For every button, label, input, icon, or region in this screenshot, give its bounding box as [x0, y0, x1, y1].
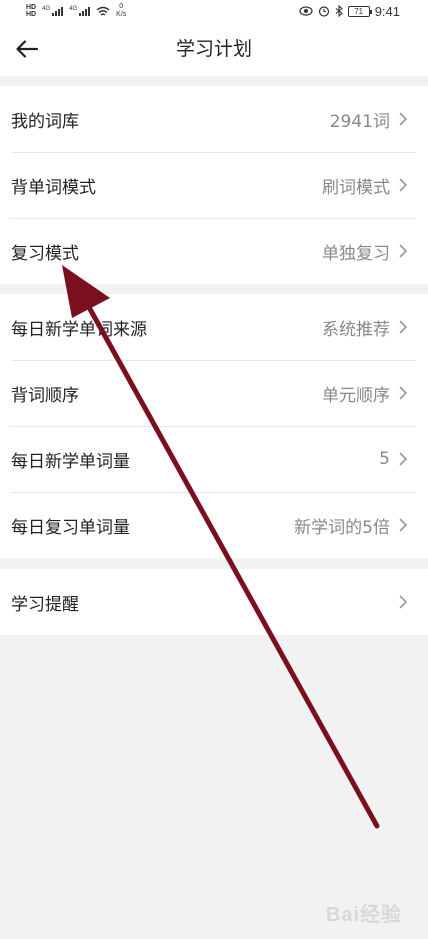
chevron-right-icon: [399, 178, 408, 192]
eye-icon: [299, 6, 313, 16]
status-right: 71 9:41: [299, 0, 400, 22]
row-review-mode[interactable]: 复习模式 单独复习: [0, 218, 428, 284]
row-daily-new-count[interactable]: 每日新学单词量 5: [0, 426, 428, 492]
settings-group-reminder: 学习提醒: [0, 569, 428, 635]
row-word-order[interactable]: 背词顺序 单元顺序: [0, 360, 428, 426]
row-label: 学习提醒: [11, 594, 79, 615]
battery-icon: 71: [347, 5, 372, 17]
chevron-right-icon: [399, 452, 408, 466]
alarm-icon: [318, 6, 329, 17]
network-speed: 0 K/s: [116, 3, 126, 19]
row-value: 5: [379, 449, 390, 469]
signal-icon: 4G: [42, 6, 64, 16]
watermark-logo: Bai经验: [325, 904, 402, 926]
signal2-label: 4G: [69, 6, 78, 12]
chevron-right-icon: [399, 386, 408, 400]
network-top-label: HD: [26, 4, 37, 11]
app-header: 学习计划: [0, 22, 428, 76]
row-label: 每日新学单词来源: [11, 319, 147, 340]
speed-value: 0: [119, 3, 124, 10]
chevron-right-icon: [399, 518, 408, 532]
row-label: 背单词模式: [11, 177, 96, 198]
row-word-bank[interactable]: 我的词库 2941词: [0, 86, 428, 152]
status-left: HD HD 4G 4G 0 K/s: [26, 0, 126, 22]
row-new-word-source[interactable]: 每日新学单词来源 系统推荐: [0, 294, 428, 360]
status-bar: HD HD 4G 4G 0 K/s 71 9:41: [0, 0, 428, 22]
chevron-right-icon: [399, 112, 408, 126]
back-button[interactable]: [10, 32, 44, 66]
row-value: 单元顺序: [322, 385, 390, 406]
chevron-right-icon: [399, 320, 408, 334]
row-study-reminder[interactable]: 学习提醒: [0, 569, 428, 635]
row-daily-review-count[interactable]: 每日复习单词量 新学词的5倍: [0, 492, 428, 558]
arrow-left-icon: [16, 40, 38, 58]
wifi-icon: [96, 6, 110, 16]
network-bottom-label: HD: [26, 11, 37, 18]
row-label: 背词顺序: [11, 385, 79, 406]
row-value: 2941词: [329, 111, 390, 132]
row-value: 刷词模式: [322, 177, 390, 198]
row-label: 复习模式: [11, 243, 79, 264]
row-label: 我的词库: [11, 111, 79, 132]
page-title: 学习计划: [175, 38, 252, 60]
row-value: 系统推荐: [322, 319, 390, 340]
row-memorize-mode[interactable]: 背单词模式 刷词模式: [0, 152, 428, 218]
chevron-right-icon: [399, 244, 408, 258]
row-label: 每日复习单词量: [11, 517, 130, 538]
row-value: 单独复习: [322, 243, 390, 264]
chevron-right-icon: [399, 595, 408, 609]
clock: 9:41: [374, 3, 400, 19]
network-type-indicator: HD HD: [26, 4, 36, 18]
signal1-label: 4G: [42, 6, 51, 12]
settings-group-vocab: 我的词库 2941词 背单词模式 刷词模式 复习模式 单独复习: [0, 86, 428, 284]
settings-group-daily: 每日新学单词来源 系统推荐 背词顺序 单元顺序 每日新学单词量 5 每日复习单词…: [0, 294, 428, 558]
bluetooth-icon: [335, 5, 343, 17]
signal-icon-2: 4G: [69, 6, 91, 16]
speed-unit: K/s: [116, 11, 127, 18]
row-value: 新学词的5倍: [294, 517, 390, 538]
row-label: 每日新学单词量: [11, 451, 130, 472]
battery-level: 71: [354, 6, 364, 16]
